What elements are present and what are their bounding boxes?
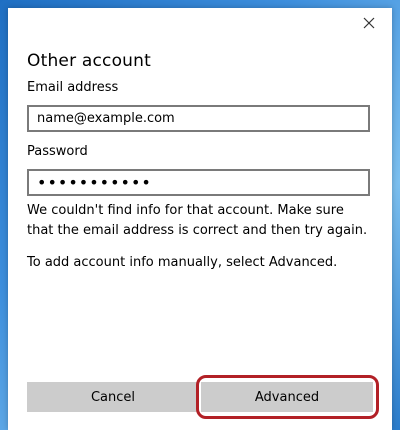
error-message: We couldn't find info for that account. … — [27, 203, 368, 238]
close-button[interactable] — [358, 12, 380, 34]
info-message: To add account info manually, select Adv… — [27, 255, 338, 270]
close-icon — [363, 17, 375, 29]
other-account-dialog: Other account Email address Password We … — [8, 8, 392, 430]
dialog-title: Other account — [27, 51, 151, 71]
cancel-button[interactable]: Cancel — [27, 382, 199, 412]
password-label: Password — [27, 144, 88, 159]
password-field[interactable] — [27, 169, 370, 196]
advanced-button[interactable]: Advanced — [201, 382, 373, 412]
email-field[interactable] — [27, 105, 370, 132]
email-label: Email address — [27, 80, 119, 95]
